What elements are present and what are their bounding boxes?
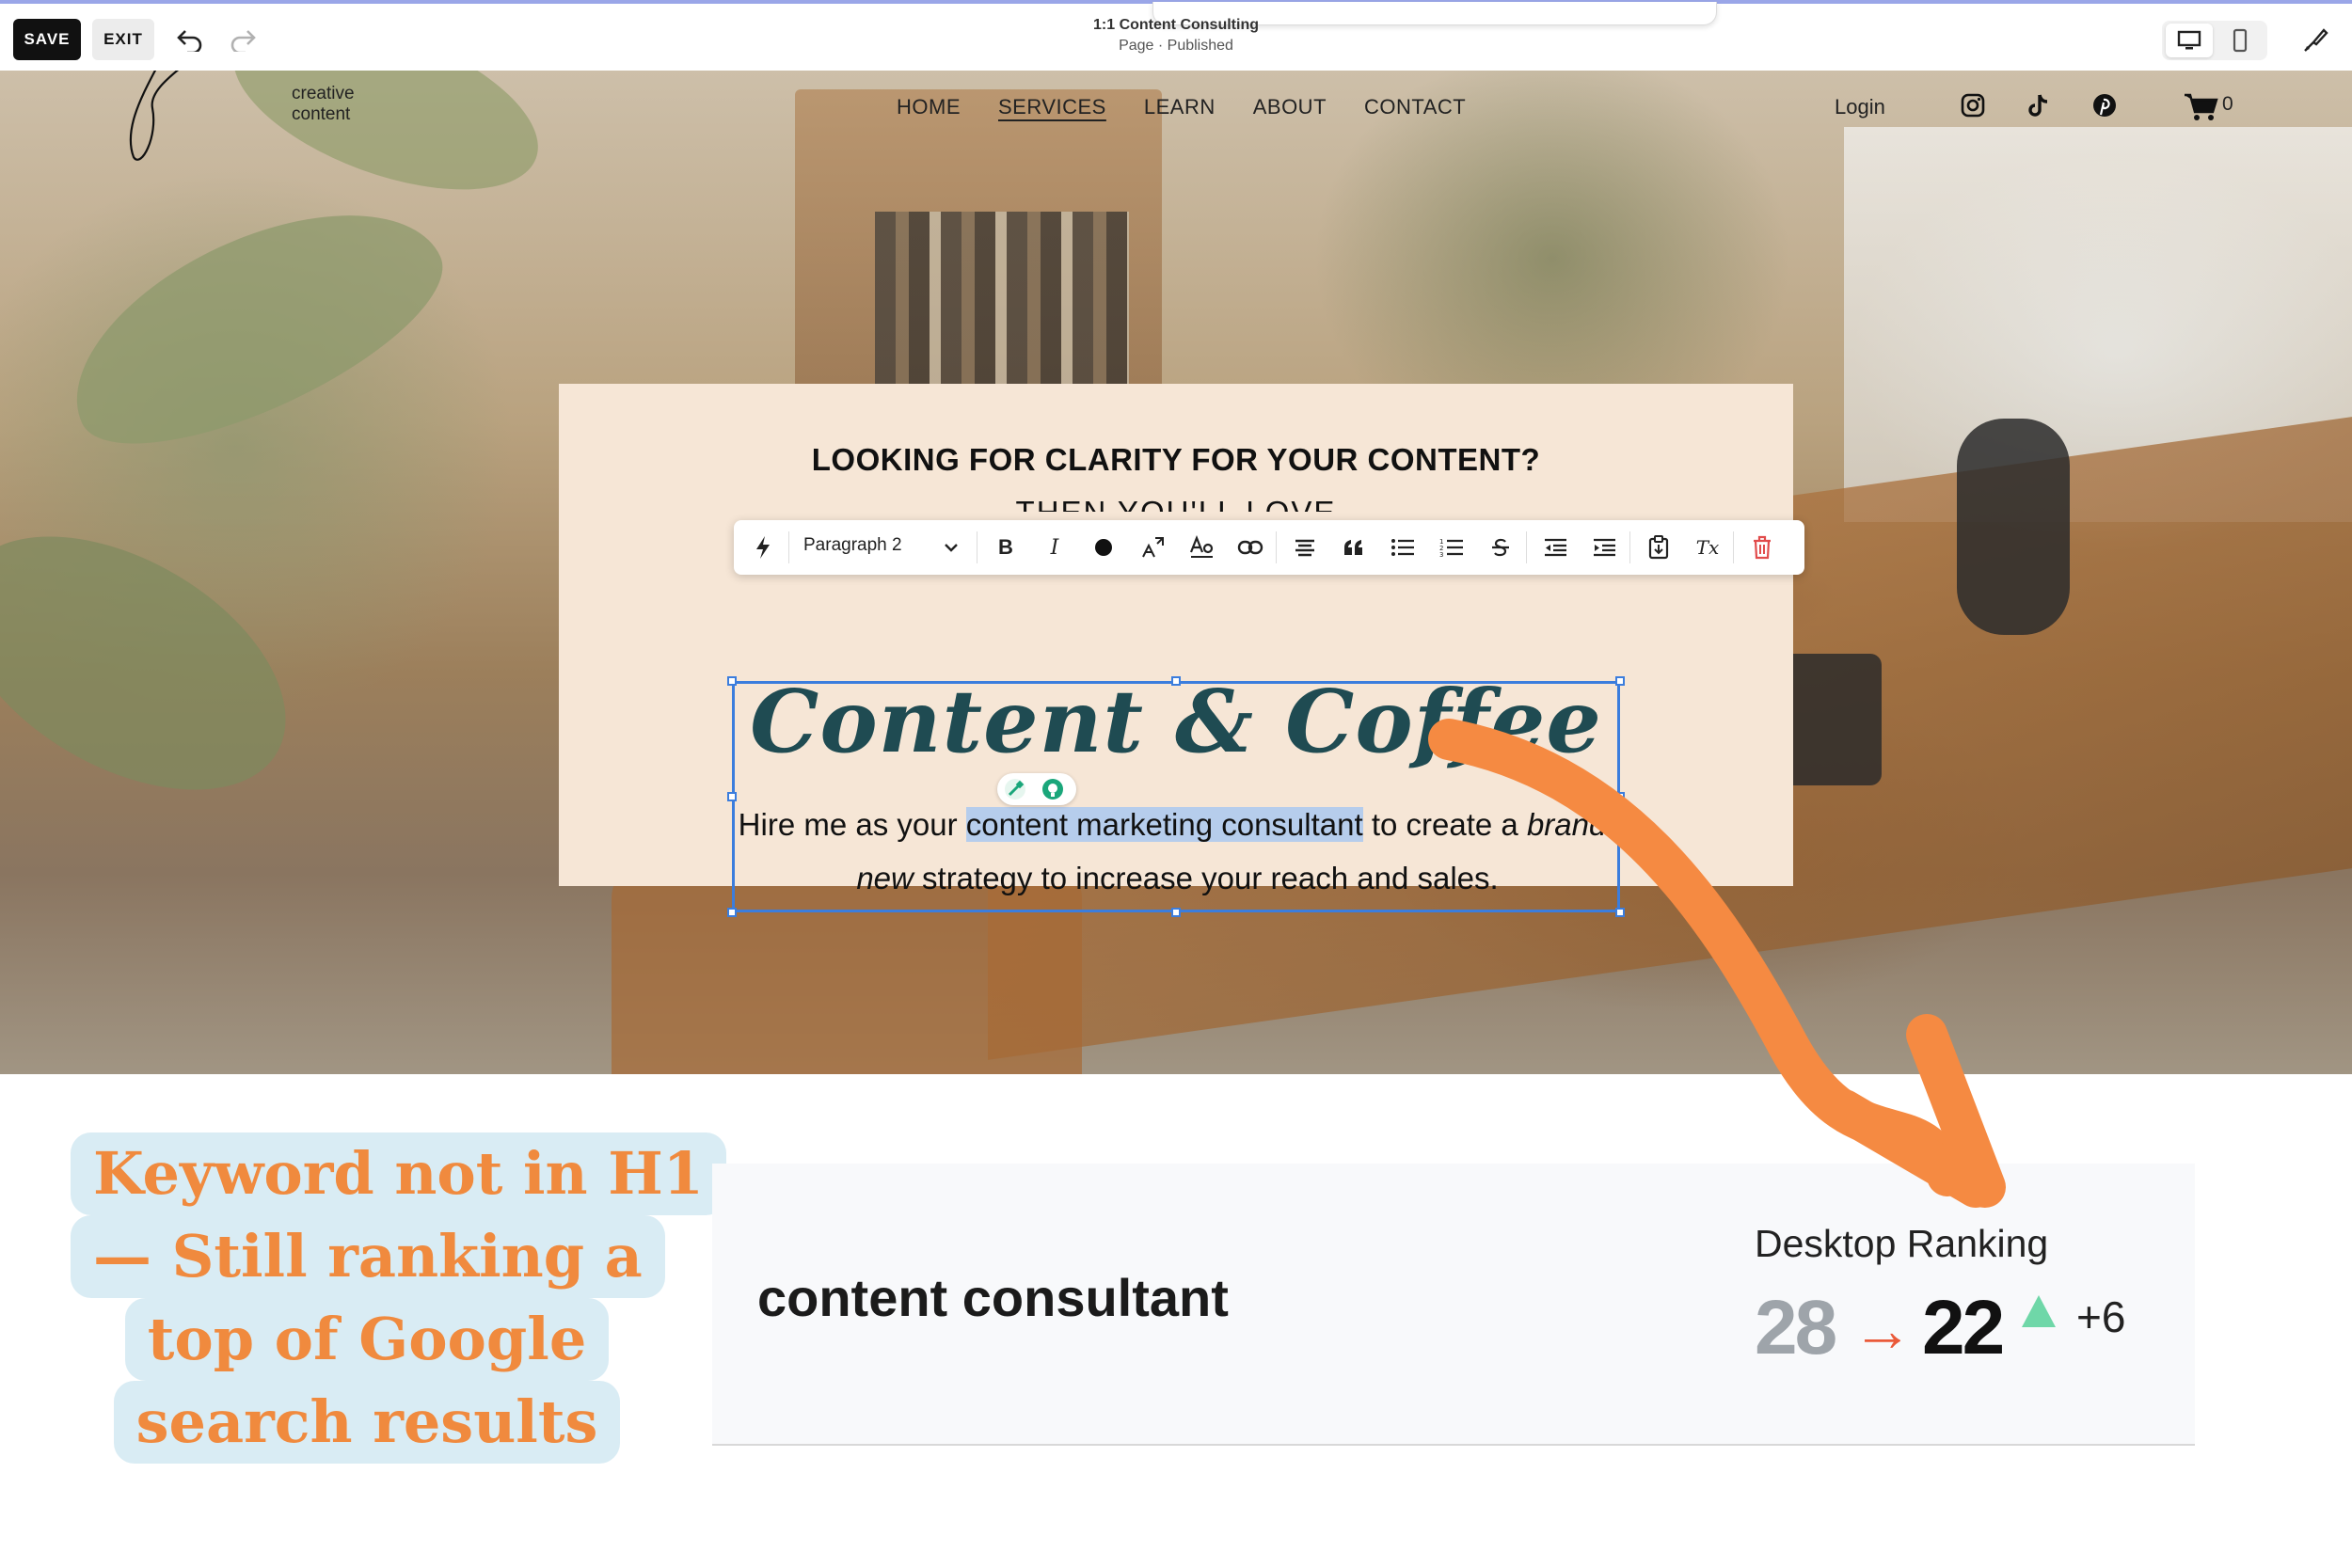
card-subheading[interactable]: THEN YOU'LL LOVE — [559, 495, 1793, 512]
nav-services[interactable]: SERVICES — [998, 95, 1106, 119]
align-center-icon[interactable] — [1291, 533, 1319, 562]
paragraph-style-select[interactable]: Paragraph 2 — [803, 535, 902, 556]
font-style-icon[interactable] — [1187, 533, 1216, 562]
body-text-middle: to create a — [1362, 807, 1527, 842]
body-text-end: strategy to increase your reach and sale… — [913, 861, 1499, 895]
cart-icon[interactable] — [2183, 91, 2220, 121]
chevron-down-icon[interactable] — [937, 533, 965, 562]
paste-icon[interactable] — [1645, 533, 1673, 562]
tiktok-icon[interactable] — [2025, 91, 2053, 119]
redo-icon[interactable] — [224, 21, 262, 58]
bullet-list-icon[interactable] — [1389, 533, 1417, 562]
background-microphone — [1957, 419, 2070, 635]
callout-line: Keyword not in H1 — [71, 1132, 726, 1215]
lightning-icon[interactable] — [749, 533, 777, 562]
background-books — [875, 212, 1129, 409]
clear-format-button[interactable]: Tx — [1693, 533, 1722, 562]
svg-text:3: 3 — [1439, 551, 1443, 558]
triangle-up-icon — [2022, 1295, 2056, 1327]
page-status: Page · Published — [1119, 38, 1233, 54]
annotation-callout: Keyword not in H1 — Still ranking a top … — [71, 1132, 726, 1464]
content-card: LOOKING FOR CLARITY FOR YOUR CONTENT? TH… — [559, 384, 1793, 917]
exit-button[interactable]: EXIT — [92, 19, 154, 60]
indent-icon[interactable] — [1590, 533, 1618, 562]
card-title[interactable]: Content & Coffee — [732, 671, 1620, 772]
view-toggle — [2162, 21, 2267, 60]
page-info[interactable]: 1:1 Content Consulting Page · Published — [1035, 17, 1317, 55]
nav-learn[interactable]: LEARN — [1144, 95, 1216, 119]
toolbar-divider — [1276, 531, 1277, 563]
text-size-icon[interactable] — [1138, 533, 1167, 562]
callout-line: search results — [113, 1381, 621, 1464]
magic-wand-icon[interactable] — [1005, 779, 1025, 800]
site-logo[interactable]: creative content — [122, 71, 355, 165]
background-leaf — [0, 483, 329, 843]
body-text-start: Hire me as your — [738, 807, 966, 842]
bold-button[interactable]: B — [992, 533, 1020, 562]
undo-icon[interactable] — [171, 21, 209, 58]
ai-assistant-icon[interactable] — [1042, 779, 1063, 800]
card-body-text[interactable]: Hire me as your content marketing consul… — [738, 798, 1617, 905]
desktop-icon[interactable] — [2166, 24, 2213, 57]
toolbar-divider — [788, 531, 789, 563]
logo-text: creative content — [292, 84, 355, 124]
text-format-toolbar: Paragraph 2 B I 123 Tx — [734, 520, 1804, 575]
callout-line: — Still ranking a — [71, 1215, 665, 1298]
italic-button[interactable]: I — [1041, 533, 1069, 562]
trash-icon[interactable] — [1748, 533, 1776, 562]
ranking-label: Desktop Ranking — [1755, 1222, 2049, 1265]
ai-assist-badges[interactable] — [997, 773, 1076, 805]
nav-contact[interactable]: CONTACT — [1364, 95, 1466, 119]
paintbrush-icon[interactable] — [2296, 21, 2335, 60]
keyword-text: content consultant — [757, 1268, 1229, 1327]
toolbar-divider — [1526, 531, 1527, 563]
save-button[interactable]: SAVE — [13, 19, 81, 60]
strikethrough-icon[interactable] — [1486, 533, 1515, 562]
rank-delta: +6 — [2076, 1292, 2126, 1341]
resize-handle[interactable] — [1615, 908, 1625, 917]
nav-about[interactable]: ABOUT — [1253, 95, 1327, 119]
card-heading[interactable]: LOOKING FOR CLARITY FOR YOUR CONTENT? — [559, 442, 1793, 478]
rank-change-arrow: → — [1852, 1296, 1913, 1364]
quote-icon[interactable] — [1340, 533, 1368, 562]
toolbar-divider — [1733, 531, 1734, 563]
mobile-icon[interactable] — [2217, 24, 2264, 57]
numbered-list-icon[interactable]: 123 — [1438, 533, 1466, 562]
toolbar-divider — [1629, 531, 1630, 563]
cart-count: 0 — [2222, 93, 2233, 115]
pinterest-icon[interactable] — [2090, 91, 2119, 119]
resize-handle[interactable] — [727, 792, 737, 801]
login-link[interactable]: Login — [1835, 95, 1885, 119]
outdent-icon[interactable] — [1541, 533, 1569, 562]
text-color-icon[interactable] — [1089, 533, 1118, 562]
page-title: 1:1 Content Consulting — [1093, 17, 1259, 33]
resize-handle[interactable] — [1171, 908, 1181, 917]
site-nav: HOME SERVICES LEARN ABOUT CONTACT — [897, 95, 1466, 119]
nav-home[interactable]: HOME — [897, 95, 961, 119]
background-leaf — [39, 164, 469, 485]
logo-script-mark — [129, 71, 180, 161]
ranking-card: content consultant Desktop Ranking 28 → … — [712, 1164, 2195, 1446]
callout-line: top of Google — [124, 1298, 610, 1381]
resize-handle[interactable] — [727, 908, 737, 917]
selected-text[interactable]: content marketing consultant — [965, 807, 1363, 842]
current-rank: 22 — [1922, 1285, 2005, 1370]
instagram-icon[interactable] — [1959, 91, 1987, 119]
link-icon[interactable] — [1236, 533, 1264, 562]
previous-rank: 28 — [1755, 1285, 1837, 1370]
editor-top-bar: SAVE EXIT 1:1 Content Consulting Page · … — [0, 0, 2352, 71]
